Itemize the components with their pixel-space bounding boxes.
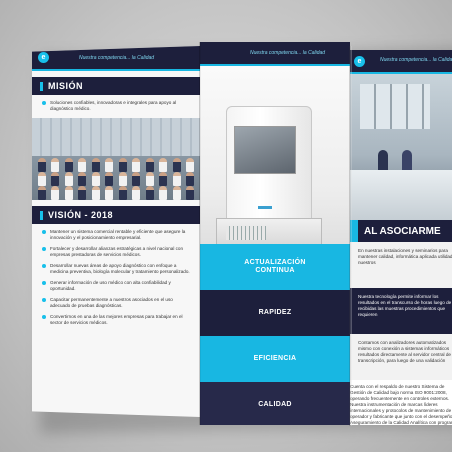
list-item: Soluciones confiables, innovadoras e int…	[42, 100, 194, 112]
feature-band: ACTUALIZACIÓN CONTINUA	[200, 244, 350, 290]
fold-line	[199, 42, 201, 425]
panel-header-bar: e Nuestra competencia... la Calidad	[32, 46, 200, 69]
feature-band-label: CALIDAD	[258, 401, 292, 408]
fold-line	[349, 46, 352, 426]
lab-analyzer-illustration	[216, 106, 322, 256]
analyzer-photo	[200, 66, 350, 252]
brochure-panel-left: e Nuestra competencia... la Calidad MISI…	[32, 46, 200, 417]
list-item-text: Fortalecer y desarrollar alianzas estrat…	[50, 246, 184, 257]
brand-logo-icon: e	[38, 52, 49, 63]
list-item-text: Generar información de uso médico con al…	[50, 280, 171, 291]
paragraph: Nuestra tecnología permite informar los …	[358, 294, 452, 317]
brand-slogan: Nuestra competencia... la Calidad	[79, 54, 155, 61]
feature-band: RAPIDEZ	[200, 290, 350, 336]
brand-logo-icon: e	[354, 56, 365, 67]
brand-slogan: Nuestra competencia... la Calidad	[380, 57, 452, 63]
paragraph: En nuestras instalaciones y seminarios p…	[358, 248, 452, 265]
list-item: Fortalecer y desarrollar alianzas estrat…	[42, 246, 194, 258]
feature-band-label: RAPIDEZ	[258, 309, 292, 316]
brochure-panel-right: e Nuestra competencia... la Calidad AL A…	[350, 50, 452, 425]
list-item: Capacitar permanentemente a nuestros aso…	[42, 297, 194, 309]
photo-building	[32, 118, 200, 156]
vision-heading: VISIÓN - 2018	[32, 206, 200, 224]
vision-title: VISIÓN - 2018	[48, 210, 114, 220]
bullet-icon	[42, 298, 46, 302]
feature-band: EFICIENCIA	[200, 336, 350, 382]
feature-band-label: ACTUALIZACIÓN CONTINUA	[244, 259, 306, 274]
brand-slogan: Nuestra competencia... la Calidad	[250, 50, 326, 56]
reception-photo	[350, 74, 452, 220]
feature-band-label: EFICIENCIA	[253, 355, 297, 362]
mision-title: MISIÓN	[48, 81, 84, 91]
bullet-icon	[42, 264, 46, 268]
list-item-text: Desarrollar nuevas áreas de apoyo diagnó…	[50, 263, 190, 274]
mision-list: Soluciones confiables, innovadoras e int…	[32, 100, 200, 112]
mision-heading: MISIÓN	[32, 77, 200, 95]
bullet-icon	[42, 315, 46, 319]
list-item: Desarrollar nuevas áreas de apoyo diagnó…	[42, 263, 194, 275]
heading-accent	[40, 210, 43, 220]
list-item: Generar información de uso médico con al…	[42, 280, 194, 292]
bullet-icon	[42, 281, 46, 285]
paragraph: Cuenta con el respaldo de nuestro Sistem…	[350, 384, 452, 425]
brochure-panel-center: Nuestra competencia... la Calidad ACTUAL…	[200, 42, 350, 425]
list-item-text: Capacitar permanentemente a nuestros aso…	[50, 297, 173, 308]
bullet-icon	[42, 101, 46, 105]
panel3-headline-text: AL ASOCIARME	[364, 225, 441, 237]
panel3-headline: AL ASOCIARME	[350, 220, 452, 242]
bullet-icon	[42, 230, 46, 234]
team-photo	[32, 118, 200, 200]
heading-accent	[40, 81, 43, 91]
photo-row	[38, 172, 194, 186]
list-item: Convertirnos en una de las mejores empre…	[42, 314, 194, 326]
list-item-text: Mantener un sistema comercial rentable y…	[50, 229, 186, 240]
paragraph: Contamos con analizadores automatizados …	[358, 340, 451, 363]
list-item: Mantener un sistema comercial rentable y…	[42, 229, 194, 241]
vision-list: Mantener un sistema comercial rentable y…	[32, 229, 200, 326]
photo-row	[38, 186, 194, 200]
panel-header-bar: Nuestra competencia... la Calidad	[200, 42, 350, 64]
list-item-text: Convertirnos en una de las mejores empre…	[50, 314, 183, 325]
photo-row	[38, 158, 194, 172]
feature-band: CALIDAD	[200, 382, 350, 425]
accent-stripe	[32, 69, 200, 71]
list-item-text: Soluciones confiables, innovadoras e int…	[50, 100, 177, 111]
feature-bands: ACTUALIZACIÓN CONTINUA RAPIDEZ EFICIENCI…	[200, 244, 350, 425]
bullet-icon	[42, 247, 46, 251]
